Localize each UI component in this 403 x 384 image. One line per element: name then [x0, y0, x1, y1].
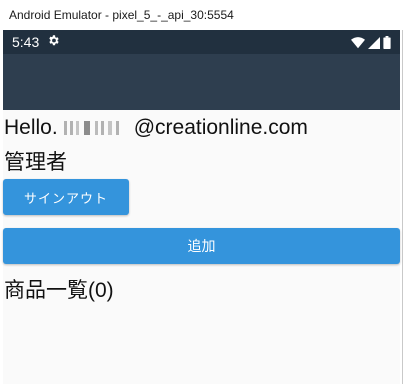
product-list-heading: 商品一覧(0): [4, 279, 114, 302]
user-role: 管理者: [4, 151, 67, 174]
wifi-icon: [351, 34, 365, 53]
greeting: Hello. @creationline.com: [4, 116, 308, 140]
battery-icon: [383, 34, 391, 53]
main-content: Hello. @creationline.com 管理者 サインアウト 追加 商…: [3, 110, 400, 384]
signout-button[interactable]: サインアウト: [3, 179, 129, 215]
window-title: Android Emulator - pixel_5_-_api_30:5554: [9, 8, 234, 22]
redacted-username: [63, 121, 126, 135]
email-domain: @creationline.com: [133, 116, 308, 139]
status-time: 5:43: [12, 34, 40, 50]
window-titlebar: Android Emulator - pixel_5_-_api_30:5554: [0, 0, 403, 30]
android-status-bar: 5:43: [3, 30, 400, 54]
app-bar: [3, 54, 400, 110]
greeting-prefix: Hello.: [4, 116, 58, 139]
gear-icon: [47, 34, 60, 50]
add-button[interactable]: 追加: [3, 228, 400, 264]
status-icons: [351, 34, 391, 53]
signal-icon: [368, 34, 380, 53]
emulator-window: Android Emulator - pixel_5_-_api_30:5554…: [0, 0, 403, 384]
